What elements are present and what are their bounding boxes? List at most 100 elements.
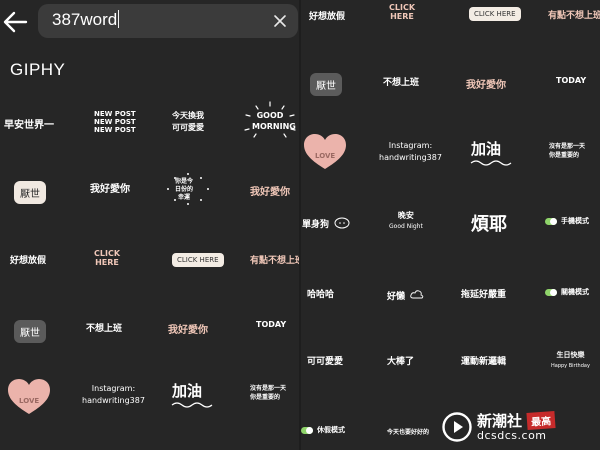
sticker-line: 休假模式 bbox=[317, 426, 345, 434]
sticker-line: NEW POST bbox=[94, 126, 136, 134]
text-cursor bbox=[118, 10, 120, 28]
sticker-awesome[interactable]: 大棒了 bbox=[387, 354, 414, 367]
sticker-jaded[interactable]: 厭世 bbox=[14, 181, 46, 204]
sticker-line: 加油 bbox=[172, 382, 203, 400]
sticker-line: 生日快樂 bbox=[556, 351, 585, 359]
back-arrow-icon[interactable] bbox=[2, 10, 28, 34]
sticker-holiday-mode[interactable]: 休假模式 bbox=[301, 425, 345, 435]
sticker-line: HERE bbox=[390, 12, 414, 21]
sticker-love-you-pink-2[interactable]: 我好愛你 bbox=[168, 321, 208, 336]
sticker-line: 好懶 bbox=[387, 292, 406, 302]
sticker-line: 單身狗 bbox=[302, 220, 330, 230]
sticker-line: Happy Birthday bbox=[551, 363, 590, 369]
sticker-single-dog[interactable]: 單身狗 bbox=[302, 212, 350, 231]
sticker-phone-mode[interactable]: 手機模式 bbox=[545, 216, 589, 226]
sticker-line: Instagram: bbox=[388, 141, 433, 150]
cloud-icon bbox=[410, 289, 424, 298]
sticker-line: 可可愛愛 bbox=[172, 123, 204, 132]
watermark-url: dcsdcs.com bbox=[477, 429, 547, 442]
sticker-line: CLICK bbox=[389, 3, 416, 12]
sticker-love-heart[interactable]: LOVE bbox=[302, 133, 348, 171]
sticker-line: 你是重要的 bbox=[250, 394, 281, 401]
sticker-new-post[interactable]: NEW POST NEW POST NEW POST bbox=[94, 110, 136, 134]
sticker-cute[interactable]: 今天換我 可可愛愛 bbox=[172, 110, 204, 134]
sticker-line: 你是重要的 bbox=[549, 152, 580, 159]
search-bar[interactable]: 387word bbox=[38, 4, 298, 38]
sticker-today[interactable]: TODAY bbox=[556, 76, 586, 85]
sticker-want-vacation[interactable]: 好想放假 bbox=[309, 9, 345, 22]
sticker-line: 日份的 bbox=[175, 186, 194, 193]
sticker-line: 加油 bbox=[471, 140, 502, 158]
sticker-want-vacation[interactable]: 好想放假 bbox=[10, 253, 46, 266]
sticker-love-heart[interactable]: LOVE bbox=[6, 378, 52, 416]
sticker-click-here[interactable]: CLICK HERE bbox=[389, 3, 415, 21]
play-logo-icon bbox=[442, 412, 472, 442]
sticker-exercise[interactable]: 運動新邏輯 bbox=[461, 354, 506, 367]
sticker-procrastinate[interactable]: 拖延好嚴重 bbox=[461, 287, 506, 300]
sticker-instagram[interactable]: Instagram: handwriting387 bbox=[82, 383, 145, 407]
sticker-jiayou[interactable]: 加油 bbox=[170, 380, 216, 410]
left-panel: 387word GIPHY 早安世界一 NEW POST NEW POST NE… bbox=[0, 0, 304, 450]
search-input[interactable]: 387word bbox=[52, 10, 120, 30]
sticker-lazy[interactable]: 好懶 bbox=[387, 284, 424, 303]
right-panel: 好想放假 CLICK HERE CLICK HERE 有點不想上班 厭世 不想上… bbox=[301, 0, 600, 450]
clear-icon[interactable] bbox=[272, 13, 288, 29]
sticker-love-you-pink[interactable]: 我好愛你 bbox=[466, 76, 506, 91]
toggle-on-icon bbox=[545, 217, 557, 225]
heart-label: LOVE bbox=[19, 397, 40, 405]
sticker-click-here[interactable]: CLICK HERE bbox=[94, 249, 120, 267]
sticker-instagram[interactable]: Instagram: handwriting387 bbox=[379, 140, 442, 164]
sticker-no-work[interactable]: 不想上班 bbox=[383, 75, 419, 88]
sticker-line: GOOD bbox=[256, 111, 284, 120]
wave-underline-icon bbox=[470, 160, 512, 166]
sticker-line: handwriting387 bbox=[82, 396, 145, 405]
sticker-line: Good Night bbox=[389, 223, 423, 230]
sticker-line: handwriting387 bbox=[379, 153, 442, 162]
sticker-line: NEW POST bbox=[94, 110, 136, 118]
heart-label: LOVE bbox=[315, 152, 336, 160]
sticker-so-cute[interactable]: 可可愛愛 bbox=[307, 354, 343, 367]
sticker-important[interactable]: 沒有是那一天 你是重要的 bbox=[250, 384, 286, 402]
sticker-click-here-pill[interactable]: CLICK HERE bbox=[469, 7, 521, 21]
dog-face-icon bbox=[334, 217, 350, 228]
sticker-no-work[interactable]: 不想上班 bbox=[86, 321, 122, 334]
sticker-off-mode[interactable]: 關機模式 bbox=[545, 287, 589, 297]
sticker-line: 沒有是那一天 bbox=[250, 385, 287, 392]
sticker-line: HERE bbox=[95, 258, 119, 267]
sticker-hahaha[interactable]: 哈哈哈 bbox=[307, 287, 334, 300]
sticker-line: NEW POST bbox=[94, 118, 136, 126]
sticker-annoying[interactable]: 煩耶 bbox=[471, 210, 507, 236]
sticker-good-morning[interactable]: GOOD MORNING bbox=[240, 100, 300, 140]
sticker-line: 今天換我 bbox=[172, 111, 204, 120]
sticker-line: 關機模式 bbox=[561, 288, 589, 296]
wave-underline-icon bbox=[171, 402, 213, 408]
sticker-jiayou[interactable]: 加油 bbox=[469, 138, 515, 168]
sticker-line: CLICK bbox=[94, 249, 121, 258]
sticker-lucky[interactable]: 你是今 日份的 幸運 bbox=[165, 172, 211, 206]
sticker-jaded-dark[interactable]: 厭世 bbox=[14, 320, 46, 343]
sticker-take-care[interactable]: 今天也要好好的 bbox=[387, 427, 429, 436]
sticker-line: 手機模式 bbox=[561, 217, 589, 225]
toggle-on-icon bbox=[301, 426, 313, 434]
watermark-brand: 新潮社 bbox=[477, 412, 523, 430]
sticker-line: Instagram: bbox=[91, 384, 136, 393]
sticker-line: 沒有是那一天 bbox=[549, 143, 586, 150]
sticker-good-night[interactable]: 晚安 Good Night bbox=[389, 210, 423, 232]
sticker-happy-birthday[interactable]: 生日快樂 Happy Birthday bbox=[551, 350, 590, 372]
sticker-line: 幸運 bbox=[178, 194, 191, 201]
sticker-click-here-pill[interactable]: CLICK HERE bbox=[172, 253, 224, 267]
sticker-dont-want-work[interactable]: 有點不想上班 bbox=[250, 253, 304, 266]
sticker-line: 你是今 bbox=[175, 178, 194, 185]
sticker-good-morning-world[interactable]: 早安世界一 bbox=[4, 116, 54, 131]
toggle-on-icon bbox=[545, 288, 557, 296]
sticker-jaded-dark[interactable]: 厭世 bbox=[310, 73, 342, 96]
sticker-line: 晚安 bbox=[397, 211, 414, 220]
sticker-love-you-pink[interactable]: 我好愛你 bbox=[250, 183, 290, 198]
watermark-tag: 最高 bbox=[526, 411, 556, 430]
site-watermark: 新潮社 最高 dcsdcs.com bbox=[442, 411, 592, 442]
sticker-important[interactable]: 沒有是那一天 你是重要的 bbox=[549, 142, 585, 160]
sticker-love-you[interactable]: 我好愛你 bbox=[90, 180, 130, 195]
sticker-today[interactable]: TODAY bbox=[256, 320, 286, 329]
sticker-line: MORNING bbox=[252, 122, 296, 131]
sticker-dont-want-work[interactable]: 有點不想上班 bbox=[548, 8, 600, 21]
